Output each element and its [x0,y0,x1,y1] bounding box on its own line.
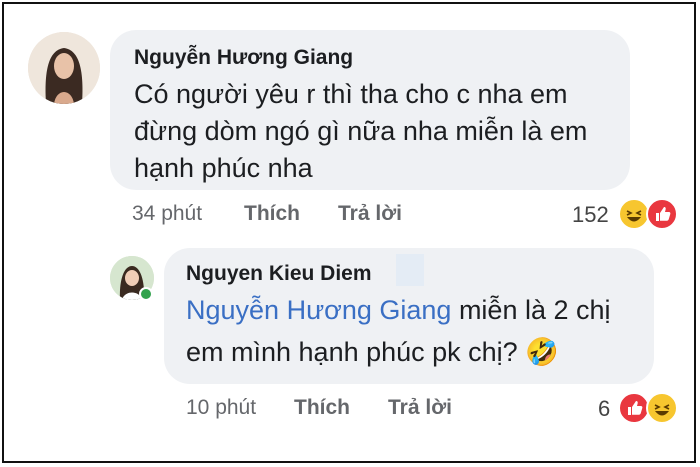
mention-link[interactable]: Nguyễn Hương Giang [186,295,451,325]
comment-author[interactable]: Nguyen Kieu Diem [186,262,372,286]
avatar[interactable] [28,32,100,104]
reaction-count[interactable]: 152 [572,202,609,228]
comment-thread: Nguyễn Hương Giang Có người yêu r thì th… [2,2,696,463]
comment-text: miễn là 2 chị [451,295,611,325]
rofl-emoji-icon: 🤣 [525,337,559,367]
comment-text-line: em mình hạnh phúc pk chị? 🤣 [186,334,559,371]
comment-text-line: đừng dòm ngó gì nữa nha miễn là em [134,116,588,146]
comment-timestamp[interactable]: 34 phút [132,202,202,226]
reaction-count[interactable]: 6 [598,396,610,422]
like-button[interactable]: Thích [294,396,350,420]
profile-photo-icon [28,32,100,104]
comment-timestamp[interactable]: 10 phút [186,396,256,420]
redaction-mark [396,254,424,286]
haha-icon [646,392,678,424]
comment-author[interactable]: Nguyễn Hương Giang [134,46,353,70]
online-status-indicator [139,287,153,301]
reply-button[interactable]: Trả lời [388,396,452,420]
like-button[interactable]: Thích [244,202,300,226]
comment-text-line: hạnh phúc nha [134,153,313,183]
comment-text-line: Nguyễn Hương Giang miễn là 2 chị [186,292,611,329]
like-icon [646,198,678,230]
reply-button[interactable]: Trả lời [338,202,402,226]
comment-text: em mình hạnh phúc pk chị? [186,337,526,367]
comment-text-line: Có người yêu r thì tha cho c nha em [134,79,568,109]
